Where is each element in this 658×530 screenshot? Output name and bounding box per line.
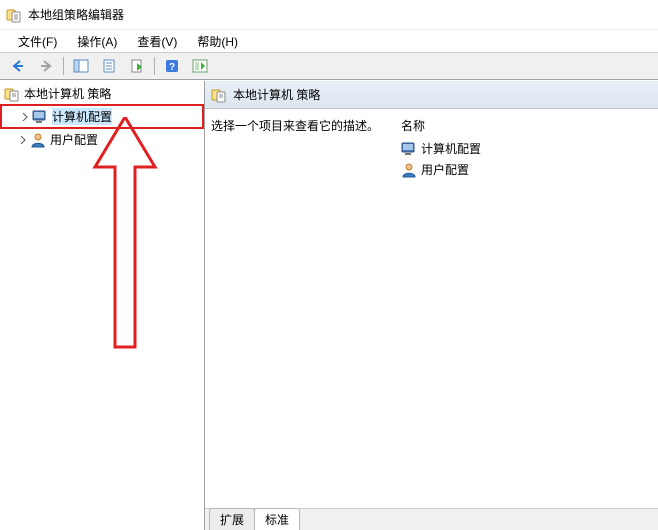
user-icon — [30, 132, 46, 148]
detail-tabs: 扩展 标准 — [205, 508, 658, 530]
list-item-computer-config[interactable]: 计算机配置 — [401, 138, 658, 159]
menu-view[interactable]: 查看(V) — [127, 31, 187, 52]
details-header: 本地计算机 策略 — [205, 81, 658, 109]
expander-icon[interactable] — [18, 135, 28, 145]
description-prompt: 选择一个项目来查看它的描述。 — [211, 117, 393, 134]
list-column: 名称 计算机配置 — [401, 117, 658, 508]
tree-item-user-config[interactable]: 用户配置 — [0, 129, 204, 150]
back-button[interactable] — [6, 55, 30, 77]
menu-action[interactable]: 操作(A) — [67, 31, 127, 52]
tree-root-label: 本地计算机 策略 — [24, 85, 111, 102]
window-title: 本地组策略编辑器 — [28, 6, 124, 23]
svg-text:?: ? — [169, 62, 175, 73]
list-item-label: 计算机配置 — [421, 140, 481, 157]
tree-item-computer-config[interactable]: 计算机配置 — [0, 104, 204, 129]
list-item-user-config[interactable]: 用户配置 — [401, 159, 658, 180]
toolbar-separator — [154, 57, 155, 75]
computer-icon — [32, 109, 48, 125]
tree-item-label: 计算机配置 — [52, 108, 112, 125]
description-column: 选择一个项目来查看它的描述。 — [211, 117, 401, 508]
details-body: 选择一个项目来查看它的描述。 名称 计算机配置 — [205, 109, 658, 508]
forward-button[interactable] — [34, 55, 58, 77]
filter-button[interactable] — [188, 55, 212, 77]
properties-button[interactable] — [97, 55, 121, 77]
computer-icon — [401, 141, 417, 157]
policy-root-icon — [4, 86, 20, 102]
toolbar-separator — [63, 57, 64, 75]
tree-root[interactable]: 本地计算机 策略 — [0, 83, 204, 104]
tab-extended[interactable]: 扩展 — [209, 508, 255, 530]
help-button[interactable]: ? — [160, 55, 184, 77]
annotation-arrow — [85, 117, 165, 360]
tab-standard[interactable]: 标准 — [254, 508, 300, 530]
menu-file[interactable]: 文件(F) — [8, 31, 67, 52]
export-list-button[interactable] — [125, 55, 149, 77]
details-pane: 本地计算机 策略 选择一个项目来查看它的描述。 名称 计算机配置 — [205, 81, 658, 530]
titlebar: 本地组策略编辑器 — [0, 0, 658, 30]
list-item-label: 用户配置 — [421, 161, 469, 178]
user-icon — [401, 162, 417, 178]
tree-pane: 本地计算机 策略 计算机配置 — [0, 81, 205, 530]
menubar: 文件(F) 操作(A) 查看(V) 帮助(H) — [0, 30, 658, 52]
policy-root-icon — [211, 87, 227, 103]
column-header-name[interactable]: 名称 — [401, 117, 658, 134]
app-icon — [6, 7, 22, 23]
tree-item-label: 用户配置 — [50, 131, 98, 148]
main-area: 本地计算机 策略 计算机配置 — [0, 80, 658, 530]
expander-icon[interactable] — [20, 112, 30, 122]
show-hide-tree-button[interactable] — [69, 55, 93, 77]
menu-help[interactable]: 帮助(H) — [187, 31, 248, 52]
toolbar: ? — [0, 52, 658, 80]
details-header-label: 本地计算机 策略 — [233, 86, 320, 103]
